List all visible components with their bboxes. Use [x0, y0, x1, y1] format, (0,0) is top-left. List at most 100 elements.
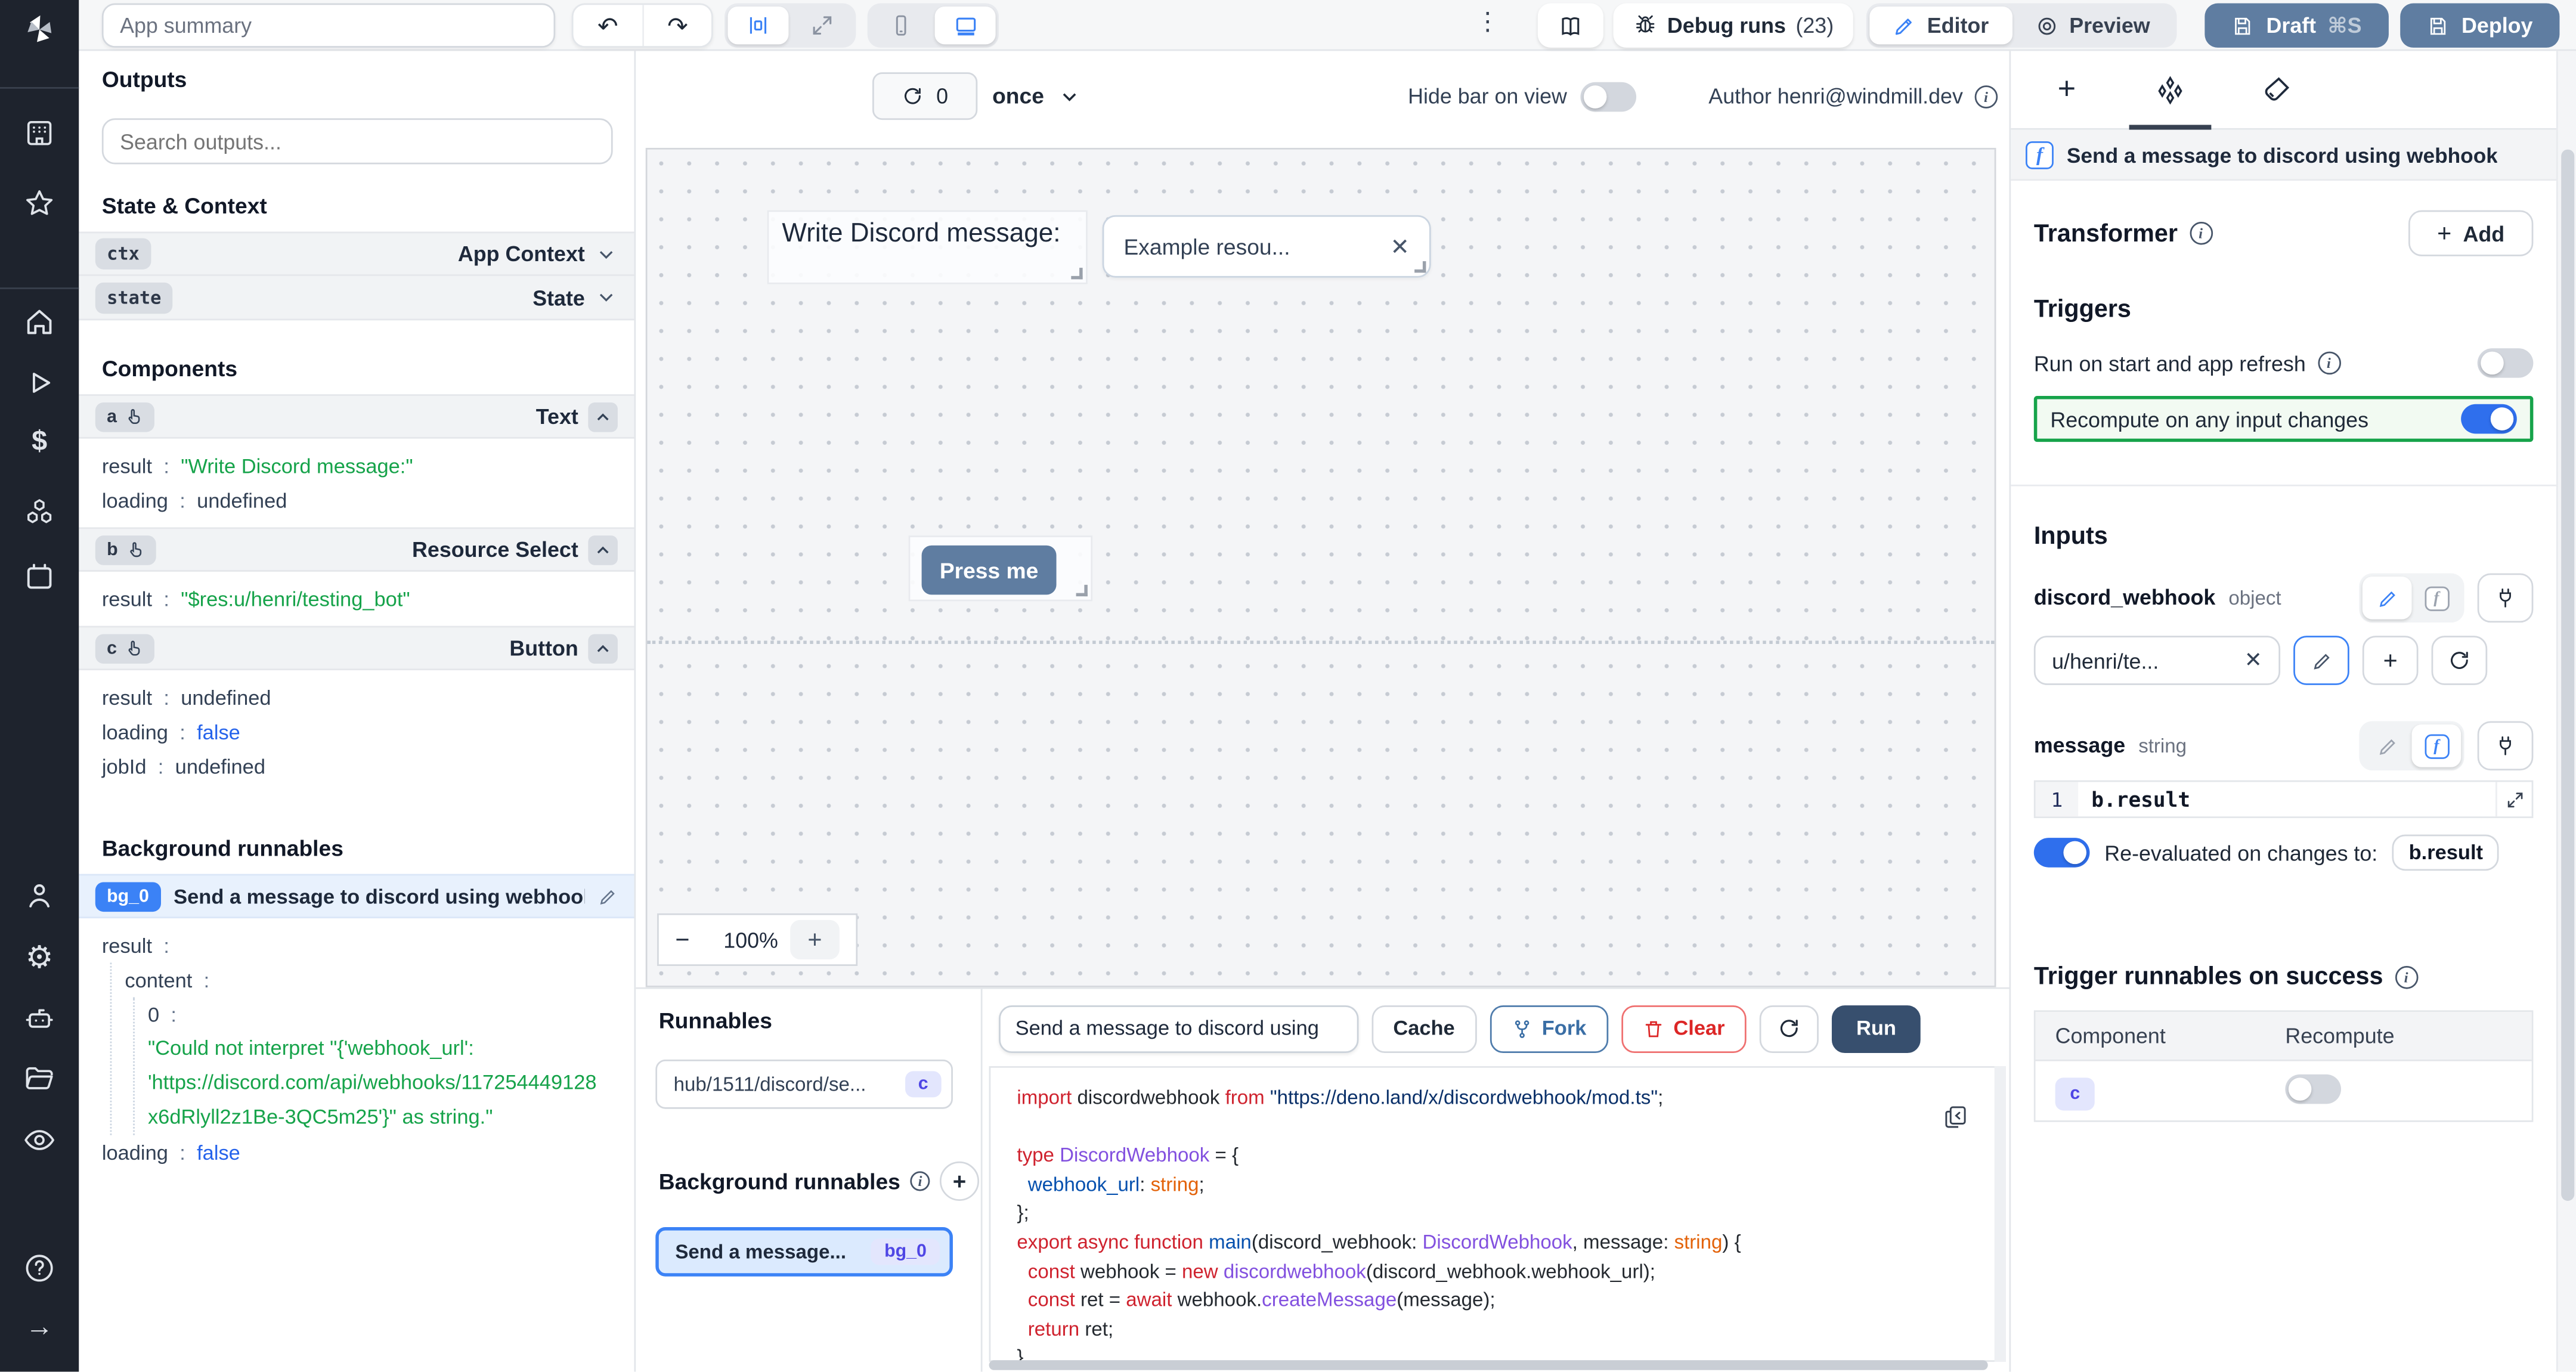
info-icon[interactable]: i: [1974, 85, 1998, 108]
resize-handle[interactable]: [1414, 261, 1426, 272]
help-question-icon[interactable]: [23, 1252, 56, 1284]
state-row[interactable]: state State: [79, 276, 634, 320]
refresh-resource-button[interactable]: [2432, 636, 2488, 685]
bg0-row[interactable]: bg_0 Send a message to discord using web…: [79, 874, 634, 918]
variables-dollar-icon[interactable]: $: [0, 426, 79, 459]
expand-editor-icon[interactable]: [2496, 782, 2532, 816]
expand-button[interactable]: [792, 7, 853, 44]
cache-button[interactable]: Cache: [1372, 1005, 1476, 1052]
info-icon[interactable]: i: [2395, 965, 2418, 989]
run-button[interactable]: Run: [1832, 1005, 1921, 1052]
info-icon[interactable]: i: [910, 1171, 930, 1191]
mobile-view-button[interactable]: [871, 7, 931, 44]
chevron-down-icon[interactable]: [595, 286, 618, 309]
docs-button[interactable]: [1538, 4, 1603, 48]
undo-button[interactable]: ↶: [574, 5, 643, 46]
code-horizontal-scrollbar[interactable]: [989, 1361, 1988, 1371]
info-icon[interactable]: i: [2317, 352, 2340, 375]
center-align-button[interactable]: [728, 7, 789, 44]
schedule-select[interactable]: once: [992, 72, 1080, 120]
settings-gear-icon[interactable]: ⚙: [0, 940, 79, 977]
press-me-button[interactable]: Press me: [922, 546, 1057, 595]
workers-robot-icon[interactable]: [23, 1002, 56, 1035]
info-icon[interactable]: i: [2189, 222, 2212, 245]
ctx-row[interactable]: ctx App Context: [79, 231, 634, 275]
collapse-button[interactable]: [588, 402, 618, 432]
tab-editor[interactable]: Editor: [1869, 7, 2011, 44]
resource-path-input[interactable]: u/henri/te... ✕: [2034, 636, 2280, 685]
refresh-counter[interactable]: 0: [872, 72, 977, 120]
favorites-star-icon[interactable]: [23, 187, 56, 220]
message-eval-mode-button[interactable]: f: [2411, 724, 2461, 767]
user-icon[interactable]: [23, 879, 56, 912]
schedules-calendar-icon[interactable]: [23, 560, 56, 593]
tab-component-settings[interactable]: [2154, 74, 2187, 107]
resource-select-component[interactable]: Example resou... ✕: [1103, 215, 1431, 278]
debug-runs-button[interactable]: Debug runs (23): [1614, 4, 1853, 48]
deploy-button[interactable]: Deploy: [2400, 4, 2559, 48]
more-menu-button[interactable]: ⋮: [1475, 7, 1500, 36]
apps-icon[interactable]: [23, 117, 56, 150]
reeval-toggle[interactable]: [2034, 838, 2090, 868]
page-scrollbar[interactable]: [2556, 51, 2576, 1372]
collapse-button[interactable]: [588, 633, 618, 663]
message-expression[interactable]: b.result: [2078, 782, 2496, 816]
component-row-b[interactable]: b Resource Select: [79, 527, 634, 571]
add-transformer-button[interactable]: +Add: [2408, 210, 2533, 256]
recompute-c-toggle[interactable]: [2285, 1073, 2341, 1103]
code-vertical-scrollbar[interactable]: [1995, 1066, 2006, 1362]
runnable-name-input[interactable]: Send a message to discord using: [999, 1005, 1358, 1052]
desktop-view-button[interactable]: [935, 7, 996, 44]
copy-code-icon[interactable]: [1942, 1104, 1968, 1130]
tab-styling[interactable]: [2259, 74, 2292, 107]
draft-button[interactable]: Draft ⌘S: [2205, 4, 2389, 48]
app-canvas[interactable]: Write Discord message: Example resou... …: [646, 148, 1996, 987]
pencil-icon[interactable]: [598, 886, 618, 906]
app-summary-input[interactable]: [102, 4, 555, 48]
search-outputs-input[interactable]: [102, 118, 613, 164]
home-icon[interactable]: [23, 305, 56, 338]
text-component[interactable]: Write Discord message:: [767, 210, 1088, 284]
zoom-out-button[interactable]: −: [675, 925, 711, 953]
hide-bar-toggle[interactable]: [1580, 81, 1636, 111]
resize-handle[interactable]: [1076, 585, 1088, 596]
code-editor[interactable]: import discordwebhook from "https://deno…: [989, 1066, 1999, 1362]
run-on-start-toggle[interactable]: [2478, 348, 2534, 378]
component-row-a[interactable]: a Text: [79, 394, 634, 438]
dw-static-mode-button[interactable]: [2363, 577, 2412, 620]
refresh-code-button[interactable]: [1759, 1005, 1818, 1052]
create-resource-button[interactable]: +: [2363, 636, 2419, 685]
dw-eval-mode-button[interactable]: f: [2411, 577, 2461, 620]
runnable-item-hub[interactable]: hub/1511/discord/se... c: [655, 1060, 953, 1109]
recompute-on-input-toggle[interactable]: [2461, 404, 2517, 434]
message-static-mode-button[interactable]: [2363, 724, 2412, 767]
chevron-down-icon[interactable]: [595, 242, 618, 265]
clear-select-icon[interactable]: ✕: [1391, 233, 1410, 261]
clear-button[interactable]: Clear: [1621, 1005, 1746, 1052]
zoom-in-button[interactable]: +: [790, 920, 840, 959]
windmill-logo-icon[interactable]: [20, 10, 59, 49]
collapse-button[interactable]: [588, 535, 618, 565]
edit-resource-button[interactable]: [2293, 636, 2349, 685]
component-row-c[interactable]: c Button: [79, 626, 634, 670]
redo-button[interactable]: ↷: [642, 5, 711, 46]
resize-handle[interactable]: [1071, 268, 1082, 279]
dw-connect-button[interactable]: [2478, 574, 2534, 623]
resources-cubes-icon[interactable]: [23, 496, 56, 529]
runs-play-icon[interactable]: [23, 366, 56, 399]
bg-runnables-title: Background runnables: [659, 1169, 900, 1193]
fork-button[interactable]: Fork: [1490, 1005, 1608, 1052]
reeval-target-chip[interactable]: b.result: [2392, 835, 2500, 871]
audit-eye-icon[interactable]: [23, 1123, 56, 1156]
runnable-item-bg0[interactable]: Send a message... bg_0: [655, 1227, 953, 1277]
scrollbar-thumb[interactable]: [2561, 150, 2574, 1201]
button-component[interactable]: Press me: [909, 535, 1093, 601]
tab-insert-plus[interactable]: +: [2050, 74, 2083, 107]
collapse-arrow-icon[interactable]: →: [0, 1311, 79, 1344]
tab-preview[interactable]: Preview: [2012, 7, 2173, 44]
add-bg-runnable-button[interactable]: +: [940, 1162, 979, 1201]
clear-resource-icon[interactable]: ✕: [2244, 648, 2262, 674]
message-connect-button[interactable]: [2478, 721, 2534, 770]
folders-icon[interactable]: [23, 1063, 56, 1096]
message-expression-editor[interactable]: 1 b.result: [2034, 781, 2534, 818]
